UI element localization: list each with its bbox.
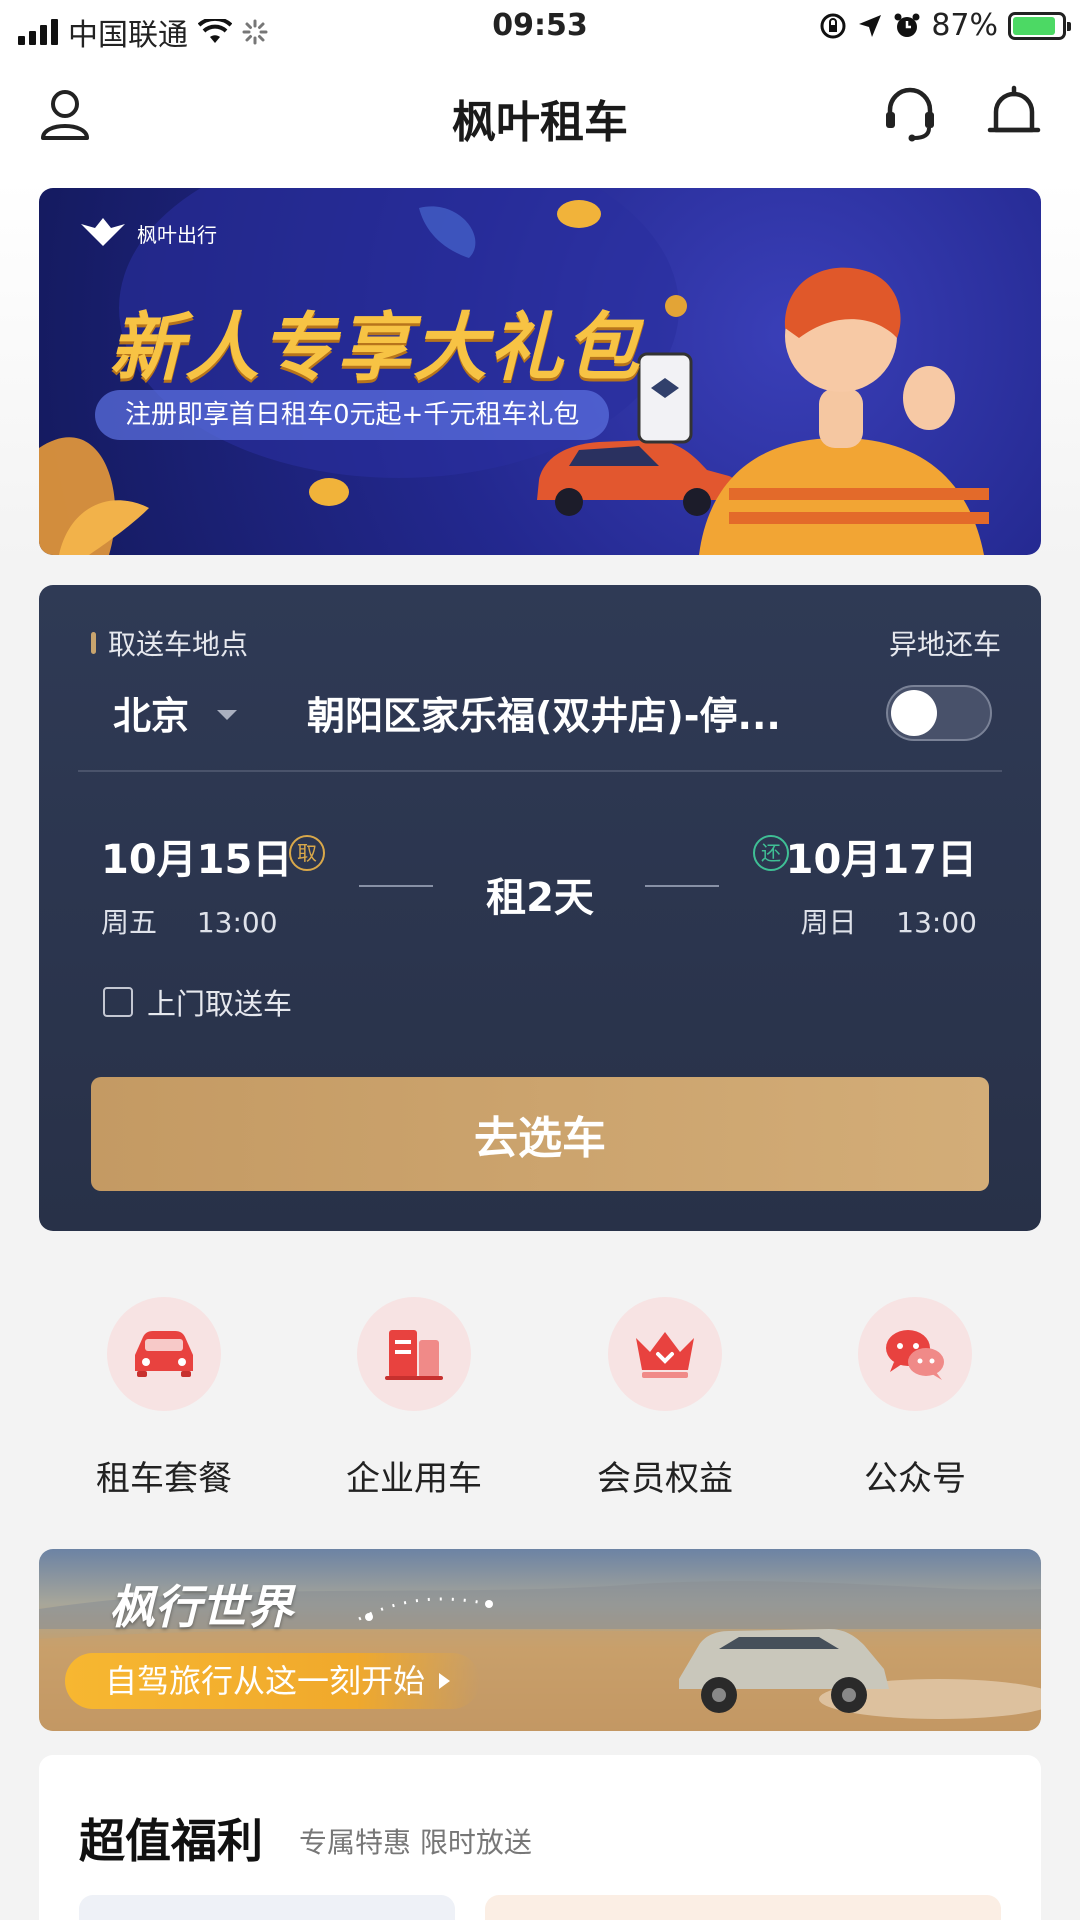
welfare-card[interactable]: [79, 1895, 455, 1920]
label-accent-bar: [91, 632, 96, 654]
choose-car-button[interactable]: 去选车: [91, 1077, 989, 1191]
bell-icon[interactable]: [982, 82, 1046, 146]
promo-banner[interactable]: 枫叶出行 新人专享大礼包 注册即享首日租车0元起+千元租车礼包: [39, 188, 1041, 555]
quick-entry-member[interactable]: 会员权益: [555, 1297, 775, 1500]
quick-entry-rental-package[interactable]: 租车套餐: [54, 1297, 274, 1500]
wechat-icon: [858, 1297, 972, 1411]
door-service-option[interactable]: 上门取送车: [103, 981, 292, 1023]
travel-banner[interactable]: 枫行世界 自驾旅行从这一刻开始: [39, 1549, 1041, 1731]
alarm-icon: [894, 13, 920, 37]
banner-brand-text: 枫叶出行: [137, 222, 217, 247]
duration-line-right: [645, 885, 719, 887]
door-service-label: 上门取送车: [147, 987, 293, 1021]
divider: [78, 770, 1002, 772]
crown-icon: [608, 1297, 722, 1411]
quick-entry-label: 公众号: [864, 1459, 966, 1499]
welfare-title: 超值福利: [79, 1814, 263, 1868]
car-icon: [107, 1297, 221, 1411]
battery-fill: [1013, 16, 1055, 35]
return-time-row[interactable]: 周日 13:00: [800, 901, 977, 941]
quick-entry-label: 企业用车: [346, 1459, 482, 1499]
pickup-location-label: 取送车地点: [91, 623, 248, 663]
building-icon: [357, 1297, 471, 1411]
quick-entry-wechat[interactable]: 公众号: [805, 1297, 1025, 1500]
welfare-card[interactable]: [485, 1895, 1001, 1920]
nav-bar: 枫叶租车: [0, 56, 1080, 180]
return-weekday: 周日: [800, 906, 857, 939]
travel-title: 枫行世界: [109, 1580, 293, 1634]
pickup-location-label-text: 取送车地点: [108, 628, 249, 661]
quick-entry-enterprise[interactable]: 企业用车: [304, 1297, 524, 1500]
status-right: 87%: [819, 8, 1071, 43]
quick-entry-label: 会员权益: [597, 1459, 733, 1499]
travel-cta-text: 自驾旅行从这一刻开始: [105, 1662, 426, 1700]
banner-brand: 枫叶出行: [79, 218, 217, 248]
other-return-label: 异地还车: [888, 628, 1001, 661]
welfare-subtitle: 专属特惠 限时放送: [299, 1826, 532, 1859]
orientation-lock-icon: [820, 13, 846, 38]
welfare-section: 超值福利 专属特惠 限时放送: [39, 1755, 1041, 1920]
other-return-toggle[interactable]: [886, 685, 992, 741]
return-date[interactable]: 10月17日: [786, 827, 977, 885]
status-bar: 中国联通 09:53 87%: [0, 0, 1080, 56]
door-service-checkbox[interactable]: [103, 987, 133, 1017]
caret-down-icon: [217, 709, 238, 720]
return-tag: 还: [753, 835, 789, 871]
address-field[interactable]: 朝阳区家乐福(双井店)-停...: [307, 685, 847, 740]
play-arrow-icon: [439, 1673, 451, 1689]
banner-title: 新人专享大礼包: [109, 305, 641, 391]
location-arrow-icon: [859, 14, 882, 37]
quick-entry-label: 租车套餐: [96, 1459, 232, 1499]
booking-card: 取送车地点 异地还车 北京 朝阳区家乐福(双井店)-停... 10月15日 取 …: [39, 585, 1041, 1231]
toggle-knob: [891, 690, 937, 736]
battery-icon: [1008, 11, 1071, 40]
city-selector[interactable]: 北京: [113, 685, 238, 740]
return-time: 13:00: [896, 906, 977, 939]
battery-percent: 87%: [931, 8, 998, 43]
customer-service-icon[interactable]: [878, 82, 942, 146]
travel-cta[interactable]: 自驾旅行从这一刻开始: [65, 1653, 481, 1709]
banner-subtitle: 注册即享首日租车0元起+千元租车礼包: [95, 390, 610, 440]
city-name: 北京: [113, 694, 190, 738]
maple-logo-icon: [81, 218, 125, 246]
